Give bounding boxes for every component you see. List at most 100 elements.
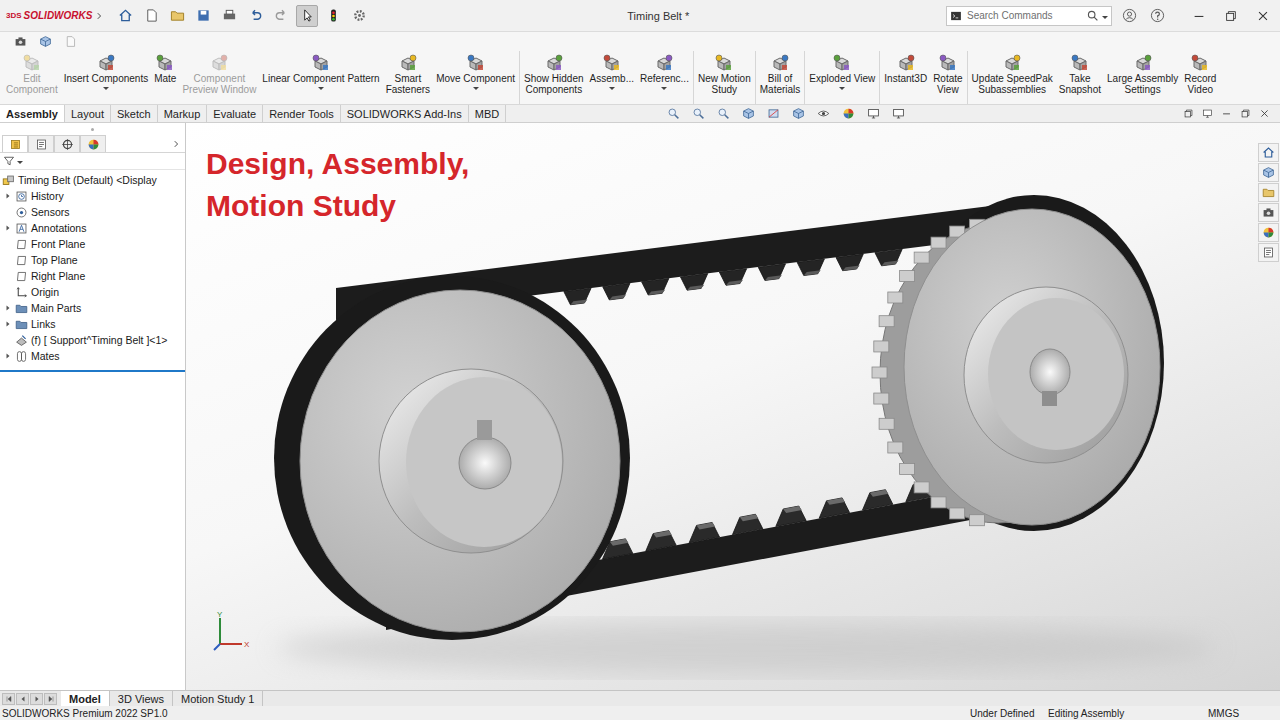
graphics-area[interactable]: Design, Assembly,Motion StudyYX bbox=[186, 123, 1280, 690]
search-box[interactable] bbox=[946, 6, 1112, 26]
tree-item[interactable]: Links bbox=[0, 316, 185, 332]
command-tab[interactable]: Assembly bbox=[0, 105, 65, 122]
mini-button[interactable] bbox=[59, 31, 81, 53]
mini-button[interactable] bbox=[34, 31, 56, 53]
quick-button[interactable] bbox=[244, 5, 266, 27]
tree-item[interactable]: Right Plane bbox=[0, 268, 185, 284]
tree-item[interactable]: Mates bbox=[0, 348, 185, 364]
ribbon-button[interactable]: Update SpeedPakSubassemblies bbox=[969, 51, 1056, 104]
search-caret[interactable] bbox=[1102, 16, 1108, 19]
dropdown-caret[interactable] bbox=[473, 87, 479, 90]
quick-button[interactable] bbox=[166, 5, 188, 27]
command-tab[interactable]: Render Tools bbox=[263, 105, 341, 122]
view-tool[interactable] bbox=[662, 103, 684, 125]
restore-button[interactable] bbox=[1220, 5, 1242, 27]
ribbon-button[interactable]: RecordVideo bbox=[1181, 51, 1219, 104]
tree-item[interactable]: Front Plane bbox=[0, 236, 185, 252]
tree-item[interactable]: History bbox=[0, 188, 185, 204]
command-tab[interactable]: SOLIDWORKS Add-Ins bbox=[341, 105, 469, 122]
tree-item[interactable]: Annotations bbox=[0, 220, 185, 236]
quick-button[interactable] bbox=[218, 5, 240, 27]
command-tab[interactable]: Sketch bbox=[111, 105, 158, 122]
view-tool[interactable] bbox=[737, 103, 759, 125]
quick-button[interactable] bbox=[140, 5, 162, 27]
task-pane-button[interactable] bbox=[1258, 163, 1279, 182]
help-button[interactable] bbox=[1146, 5, 1168, 27]
nav-button[interactable] bbox=[44, 693, 57, 705]
tree-expander[interactable] bbox=[3, 320, 12, 329]
tree-expander[interactable] bbox=[3, 304, 12, 313]
user-button[interactable] bbox=[1118, 5, 1140, 27]
panel-tab[interactable] bbox=[54, 135, 80, 152]
view-tool[interactable] bbox=[787, 103, 809, 125]
model-tab[interactable]: Model bbox=[61, 691, 110, 706]
ribbon-button[interactable]: Assemb... bbox=[587, 51, 637, 104]
task-pane-button[interactable] bbox=[1258, 223, 1279, 242]
view-tool[interactable] bbox=[812, 103, 834, 125]
tree-item[interactable]: Top Plane bbox=[0, 252, 185, 268]
quick-button[interactable] bbox=[322, 5, 344, 27]
quick-button[interactable] bbox=[348, 5, 370, 27]
nav-button[interactable] bbox=[16, 693, 29, 705]
dropdown-caret[interactable] bbox=[103, 87, 109, 90]
task-pane-button[interactable] bbox=[1258, 183, 1279, 202]
tree-item[interactable]: Main Parts bbox=[0, 300, 185, 316]
panel-splitter[interactable] bbox=[0, 370, 185, 372]
tree-item[interactable]: Sensors bbox=[0, 204, 185, 220]
mini-button[interactable] bbox=[9, 31, 31, 53]
command-tab[interactable]: Layout bbox=[65, 105, 111, 122]
dropdown-caret[interactable] bbox=[839, 87, 845, 90]
view-tool[interactable] bbox=[687, 103, 709, 125]
command-tab[interactable]: Markup bbox=[158, 105, 208, 122]
nav-button[interactable] bbox=[30, 693, 43, 705]
quick-button[interactable] bbox=[192, 5, 214, 27]
ribbon-button[interactable]: Show HiddenComponents bbox=[521, 51, 586, 104]
tree-expander[interactable] bbox=[3, 224, 12, 233]
unit-system[interactable]: MMGS bbox=[1208, 708, 1278, 719]
ribbon-button[interactable]: Large AssemblySettings bbox=[1104, 51, 1181, 104]
tree-filter[interactable] bbox=[0, 153, 185, 170]
dropdown-caret[interactable] bbox=[318, 87, 324, 90]
task-pane-button[interactable] bbox=[1258, 203, 1279, 222]
dropdown-caret[interactable] bbox=[609, 87, 615, 90]
ribbon-button[interactable]: Bill ofMaterials bbox=[757, 51, 804, 104]
close-button[interactable] bbox=[1252, 5, 1274, 27]
ribbon-button[interactable]: TakeSnapshot bbox=[1056, 51, 1104, 104]
view-tool[interactable] bbox=[762, 103, 784, 125]
quick-button[interactable] bbox=[114, 5, 136, 27]
ribbon-button[interactable]: Referenc... bbox=[637, 51, 692, 104]
view-tool[interactable] bbox=[862, 103, 884, 125]
tree-expander[interactable] bbox=[3, 192, 12, 201]
dropdown-caret[interactable] bbox=[661, 87, 667, 90]
tree-expander[interactable] bbox=[3, 352, 12, 361]
ribbon-button[interactable]: Move Component bbox=[433, 51, 518, 104]
command-tab[interactable]: Evaluate bbox=[207, 105, 263, 122]
ribbon-button[interactable]: EditComponent bbox=[3, 51, 61, 104]
view-tool[interactable] bbox=[837, 103, 859, 125]
ribbon-button[interactable]: New MotionStudy bbox=[695, 51, 754, 104]
command-tab[interactable]: MBD bbox=[469, 105, 506, 122]
model-tab[interactable]: Motion Study 1 bbox=[173, 691, 263, 706]
task-pane-button[interactable] bbox=[1258, 143, 1279, 162]
logo[interactable]: 3DSSOLIDWORKS bbox=[6, 10, 108, 21]
tree-item[interactable]: Origin bbox=[0, 284, 185, 300]
ribbon-button[interactable]: RotateView bbox=[930, 51, 965, 104]
panel-tab[interactable] bbox=[28, 135, 54, 152]
panel-tab[interactable] bbox=[2, 135, 28, 152]
view-tool[interactable] bbox=[712, 103, 734, 125]
ribbon-button[interactable]: Instant3D bbox=[881, 51, 930, 104]
ribbon-button[interactable]: SmartFasteners bbox=[383, 51, 433, 104]
panel-more[interactable] bbox=[171, 135, 185, 152]
minimize-button[interactable] bbox=[1188, 5, 1210, 27]
task-pane-button[interactable] bbox=[1258, 243, 1279, 262]
ribbon-button[interactable]: Insert Components bbox=[61, 51, 152, 104]
model-tab[interactable]: 3D Views bbox=[110, 691, 173, 706]
search-input[interactable] bbox=[965, 9, 1083, 22]
tree-item[interactable]: (f) [ Support^Timing Belt ]<1> bbox=[0, 332, 185, 348]
panel-tab[interactable] bbox=[80, 135, 106, 152]
quick-button[interactable] bbox=[270, 5, 292, 27]
quick-button[interactable] bbox=[296, 5, 318, 27]
tree-root[interactable]: Timing Belt (Default) <Display bbox=[0, 172, 185, 188]
nav-button[interactable] bbox=[2, 693, 15, 705]
view-tool[interactable] bbox=[887, 103, 909, 125]
